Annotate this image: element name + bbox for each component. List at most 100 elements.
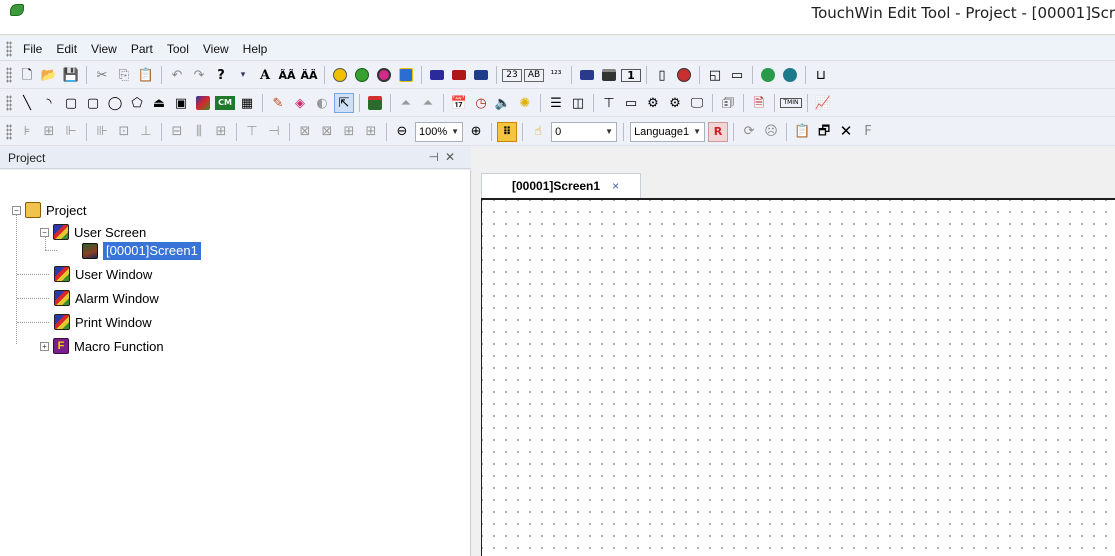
monitor-icon[interactable]: 🖵 bbox=[687, 93, 707, 113]
indicator-icon[interactable] bbox=[374, 65, 394, 85]
frame-icon[interactable]: ▭ bbox=[727, 65, 747, 85]
button-part-icon[interactable] bbox=[352, 65, 372, 85]
sound-icon[interactable]: 🔈 bbox=[493, 93, 513, 113]
help-icon[interactable]: ? bbox=[211, 65, 231, 85]
light-icon[interactable]: ✺ bbox=[515, 93, 535, 113]
display-icon[interactable] bbox=[599, 65, 619, 85]
screen-key-icon[interactable] bbox=[577, 65, 597, 85]
new-file-icon[interactable]: 🗋 bbox=[17, 65, 37, 85]
zoom-in-icon[interactable]: ⊕ bbox=[466, 122, 486, 142]
compile-icon[interactable] bbox=[758, 65, 778, 85]
menu-file[interactable]: File bbox=[16, 42, 49, 56]
align-bottom-icon[interactable]: ⊩ bbox=[61, 122, 81, 142]
ellipse-tool-icon[interactable]: ◯ bbox=[105, 93, 125, 113]
refresh-icon[interactable]: ⟳ bbox=[739, 122, 759, 142]
switch-icon[interactable] bbox=[396, 65, 416, 85]
zoom-out-icon[interactable]: ⊖ bbox=[392, 122, 412, 142]
bar-icon[interactable]: ▯ bbox=[652, 65, 672, 85]
center-icon[interactable]: ⊞ bbox=[211, 122, 231, 142]
slider-icon[interactable]: ▭ bbox=[621, 93, 641, 113]
offset-select[interactable]: 0 ▼ bbox=[551, 121, 618, 142]
delete-icon[interactable]: ✕ bbox=[836, 122, 856, 142]
gear-icon[interactable]: ⚙ bbox=[643, 93, 663, 113]
same-width-icon[interactable]: ⊪ bbox=[92, 122, 112, 142]
grid-toggle-icon[interactable]: ⠿ bbox=[497, 121, 518, 142]
string-display-icon[interactable] bbox=[471, 65, 491, 85]
arc-tool-icon[interactable]: ◝ bbox=[39, 93, 59, 113]
time-input-icon[interactable]: TMIN bbox=[780, 98, 802, 108]
stop-icon[interactable]: ☹ bbox=[761, 122, 781, 142]
paste-icon[interactable]: 📋 bbox=[136, 65, 156, 85]
menu-part[interactable]: Part bbox=[124, 42, 160, 56]
space-vertical-icon[interactable]: ⫼ bbox=[189, 122, 209, 142]
text-style-icon[interactable]: ÄÄ bbox=[299, 65, 319, 85]
trailing-f-label[interactable]: F bbox=[858, 122, 878, 142]
lock-icon[interactable]: ⊞ bbox=[339, 122, 359, 142]
number-display-icon[interactable] bbox=[427, 65, 447, 85]
recipe-icon[interactable] bbox=[674, 65, 694, 85]
report-icon[interactable]: 🗎 bbox=[749, 93, 769, 113]
menu-view[interactable]: View bbox=[84, 42, 124, 56]
toolbar-grip-icon[interactable] bbox=[6, 123, 12, 140]
send-back-icon[interactable]: ⊣ bbox=[264, 122, 284, 142]
toolbar-overflow-icon[interactable]: ▾ bbox=[233, 65, 253, 85]
polygon-tool-icon[interactable]: ⬠ bbox=[127, 93, 147, 113]
tree-node-screen1[interactable]: [00001]Screen1 bbox=[82, 241, 201, 261]
frame-small-icon[interactable]: ⊔ bbox=[811, 65, 831, 85]
cm-tool-icon[interactable]: CM bbox=[215, 96, 235, 110]
align-left-icon[interactable]: ⏶ bbox=[396, 93, 416, 113]
align-right-icon[interactable]: ⏶ bbox=[418, 93, 438, 113]
calendar-icon[interactable]: 📅 bbox=[449, 93, 469, 113]
ungroup-icon[interactable]: ⊠ bbox=[317, 122, 337, 142]
line-chart-icon[interactable]: 📈 bbox=[813, 93, 833, 113]
hand-pointer-icon[interactable]: ☝ bbox=[528, 122, 548, 142]
clipboard-icon[interactable]: 📋 bbox=[792, 122, 812, 142]
lamp-icon[interactable] bbox=[330, 65, 350, 85]
tab-screen1[interactable]: [00001]Screen1 × bbox=[481, 173, 641, 198]
screen-design-canvas[interactable] bbox=[481, 198, 1115, 556]
save-icon[interactable]: 💾 bbox=[61, 65, 81, 85]
pointer-select-icon[interactable]: ⇱ bbox=[334, 93, 354, 113]
redo-icon[interactable]: ↷ bbox=[189, 65, 209, 85]
space-horizontal-icon[interactable]: ⊟ bbox=[167, 122, 187, 142]
expand-icon[interactable]: + bbox=[40, 341, 49, 351]
text-size-icon[interactable]: ÃÃ bbox=[277, 65, 297, 85]
table-tool-icon[interactable]: ▣ bbox=[171, 93, 191, 113]
run-icon[interactable]: R bbox=[708, 121, 729, 142]
tree-node-macro-function[interactable]: + F Macro Function bbox=[40, 336, 164, 356]
fill-color-icon[interactable]: ✎ bbox=[268, 93, 288, 113]
text-tool-icon[interactable]: A bbox=[255, 65, 275, 85]
cut-icon[interactable]: ✂ bbox=[92, 65, 112, 85]
digit-icon[interactable]: 1 bbox=[621, 68, 641, 82]
window-icon[interactable]: ◱ bbox=[705, 65, 725, 85]
rounded-rect-tool-icon[interactable]: ▢ bbox=[83, 93, 103, 113]
ascii-icon[interactable]: AB bbox=[524, 68, 544, 82]
keypad-icon[interactable]: ¹²³ bbox=[546, 65, 566, 85]
palette-icon[interactable]: ◐ bbox=[312, 93, 332, 113]
group-icon[interactable]: ⊠ bbox=[295, 122, 315, 142]
pin-icon[interactable]: ⊣ bbox=[428, 150, 444, 164]
part-library-icon[interactable] bbox=[365, 93, 385, 113]
align-middle-icon[interactable]: ⊞ bbox=[39, 122, 59, 142]
menu-tool[interactable]: Tool bbox=[160, 42, 196, 56]
align-top-icon[interactable]: ⊧ bbox=[17, 122, 37, 142]
line-tool-icon[interactable]: ╲ bbox=[17, 93, 37, 113]
clock-icon[interactable]: ◷ bbox=[471, 93, 491, 113]
paint-icon[interactable]: ◈ bbox=[290, 93, 310, 113]
sector-tool-icon[interactable]: ⏏ bbox=[149, 93, 169, 113]
grid-tool-icon[interactable]: ▦ bbox=[237, 93, 257, 113]
toolbar-grip-icon[interactable] bbox=[6, 67, 12, 83]
menu-view-2[interactable]: View bbox=[196, 42, 236, 56]
string-input-icon[interactable]: 23 bbox=[502, 68, 522, 82]
alarm-display-icon[interactable]: ◫ bbox=[568, 93, 588, 113]
trend-icon[interactable]: 🗊 bbox=[718, 93, 738, 113]
close-tab-icon[interactable]: × bbox=[612, 179, 619, 193]
menu-edit[interactable]: Edit bbox=[49, 42, 84, 56]
language-select[interactable]: Language1 ▼ bbox=[630, 121, 706, 142]
collapse-icon[interactable]: − bbox=[40, 227, 49, 237]
collapse-icon[interactable]: − bbox=[12, 205, 21, 215]
same-height-icon[interactable]: ⊡ bbox=[114, 122, 134, 142]
tree-node-alarm-window[interactable]: Alarm Window bbox=[54, 288, 159, 308]
tree-node-project[interactable]: − Project bbox=[12, 200, 86, 220]
picture-tool-icon[interactable] bbox=[193, 93, 213, 113]
